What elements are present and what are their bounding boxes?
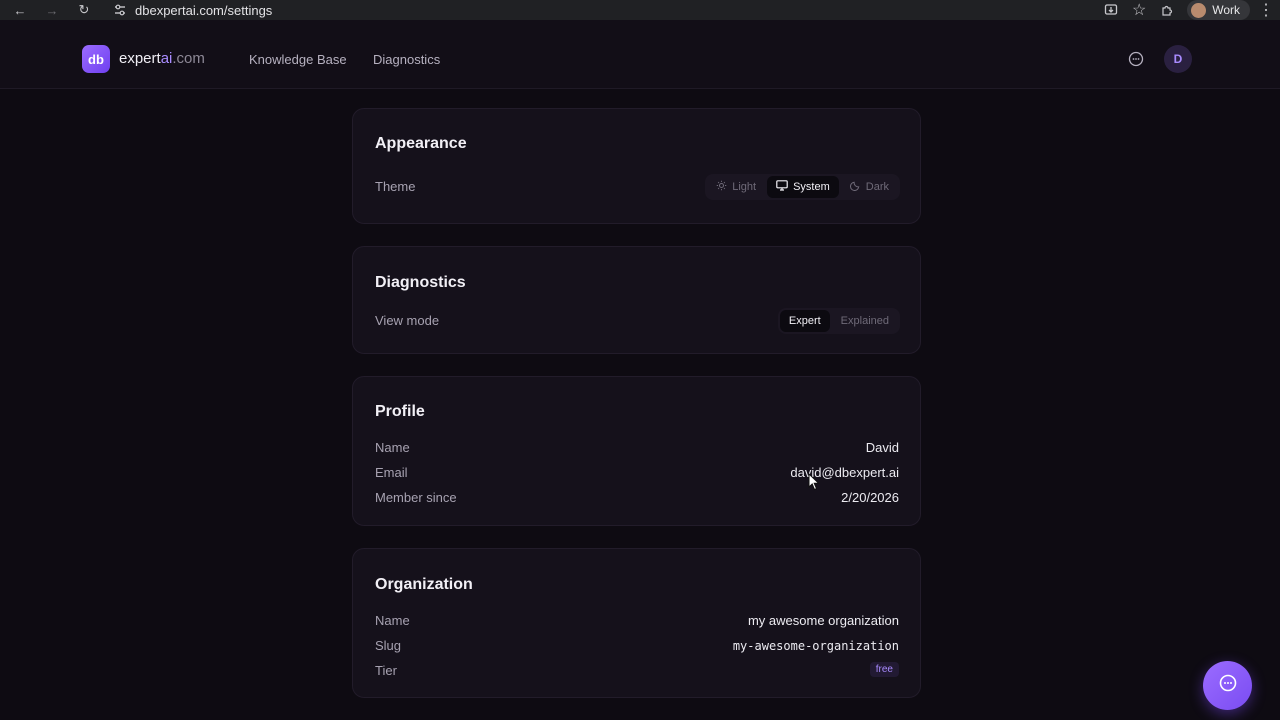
chat-bubble-icon[interactable]: [1128, 51, 1144, 67]
view-mode-expert[interactable]: Expert: [779, 310, 830, 332]
profile-title: Profile: [375, 403, 425, 420]
user-avatar[interactable]: D: [1164, 45, 1192, 73]
back-icon[interactable]: ←: [9, 0, 31, 20]
chat-launcher-button[interactable]: [1203, 661, 1252, 710]
theme-option-dark[interactable]: Dark: [841, 176, 898, 198]
theme-option-system[interactable]: System: [767, 176, 839, 198]
browser-menu-icon[interactable]: ⋮: [1256, 0, 1276, 20]
tier-badge: free: [869, 662, 899, 677]
mouse-cursor-icon: [808, 472, 820, 491]
member-since-label: Member since: [375, 490, 457, 505]
profile-email-label: Email: [375, 465, 408, 480]
bookmark-star-icon[interactable]: ☆: [1125, 0, 1153, 20]
chat-bubble-icon: [1218, 673, 1238, 698]
nav-knowledge-base[interactable]: Knowledge Base: [249, 52, 347, 67]
org-slug-value: my-awesome-organization: [732, 639, 899, 653]
org-slug-label: Slug: [375, 638, 402, 653]
profile-avatar: [1191, 2, 1207, 18]
profile-label: Work: [1212, 3, 1240, 17]
monitor-icon: [776, 180, 788, 194]
organization-card: Organization Name my awesome organizatio…: [352, 548, 921, 698]
browser-toolbar: ← → ↻ dbexpertai.com/settings ☆ Work ⋮: [0, 0, 1280, 20]
view-mode-toggle: Expert Explained: [777, 308, 900, 334]
profile-name-label: Name: [375, 440, 410, 455]
brand-name[interactable]: expertai.com: [119, 50, 205, 67]
install-app-icon[interactable]: [1097, 3, 1125, 17]
diagnostics-title: Diagnostics: [375, 274, 466, 291]
theme-label: Theme: [375, 179, 416, 194]
theme-toggle: Light System Dark: [705, 174, 900, 200]
member-since-value: 2/20/2026: [841, 490, 899, 505]
org-name-label: Name: [375, 613, 410, 628]
url-text: dbexpertai.com/settings: [135, 2, 273, 18]
org-tier-label: Tier: [375, 663, 397, 678]
address-bar[interactable]: dbexpertai.com/settings: [105, 0, 1060, 20]
view-mode-label: View mode: [375, 313, 440, 328]
view-mode-explained[interactable]: Explained: [832, 310, 898, 332]
app-header: db expertai.com Knowledge Base Diagnosti…: [0, 20, 1280, 89]
sun-icon: [716, 180, 727, 194]
site-settings-icon[interactable]: [113, 3, 127, 17]
organization-title: Organization: [375, 576, 473, 593]
profile-email-value: david@dbexpert.ai: [790, 465, 899, 480]
diagnostics-card: Diagnostics View mode Expert Explained: [352, 246, 921, 354]
theme-option-light[interactable]: Light: [707, 176, 765, 198]
profile-name-value: David: [865, 440, 899, 455]
logo[interactable]: db: [82, 45, 110, 73]
appearance-card: Appearance Theme Light System Dark: [352, 108, 921, 224]
profile-card: Profile Name David Email david@dbexpert.…: [352, 376, 921, 526]
nav-diagnostics[interactable]: Diagnostics: [373, 52, 440, 67]
moon-icon: [849, 180, 861, 194]
forward-icon[interactable]: →: [41, 0, 63, 20]
extensions-icon[interactable]: [1153, 3, 1181, 17]
org-name-value: my awesome organization: [747, 613, 899, 628]
logo-text: db: [88, 51, 104, 67]
appearance-title: Appearance: [375, 135, 467, 152]
profile-chip[interactable]: Work: [1187, 0, 1250, 20]
reload-icon[interactable]: ↻: [73, 0, 95, 20]
